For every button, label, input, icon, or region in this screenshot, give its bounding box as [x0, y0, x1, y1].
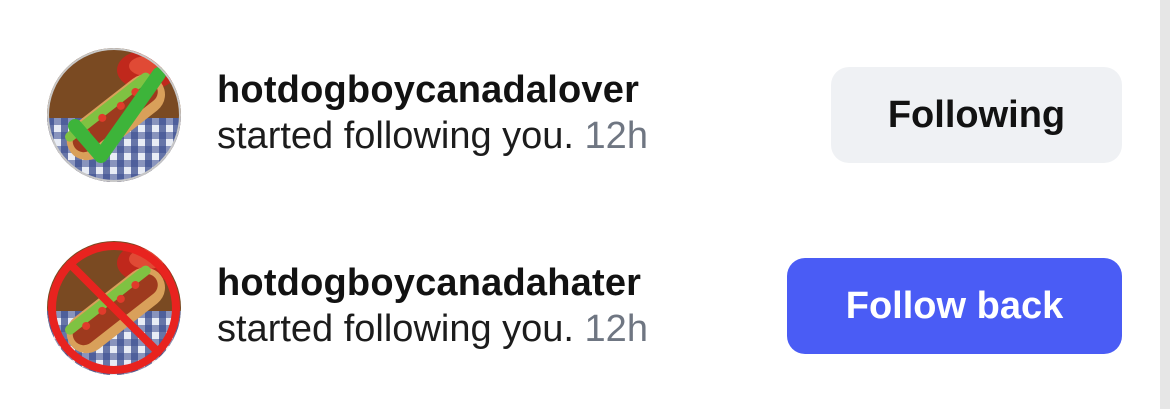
timestamp: 12h: [584, 308, 648, 350]
avatar[interactable]: [47, 241, 181, 375]
notification-row: hotdogboycanadahater started following y…: [0, 238, 1150, 378]
hotdog-avatar-image: [47, 48, 181, 182]
avatar[interactable]: [47, 48, 181, 182]
timestamp: 12h: [584, 115, 648, 157]
notification-text: hotdogboycanadalover started following y…: [217, 67, 648, 159]
follow-back-button[interactable]: Follow back: [787, 258, 1122, 354]
activity-text: started following you.: [217, 115, 574, 157]
notification-row: hotdogboycanadalover started following y…: [0, 45, 1150, 185]
scrollbar-edge: [1160, 0, 1170, 409]
activity-line: started following you. 12h: [217, 113, 648, 159]
activity-text: started following you.: [217, 308, 574, 350]
following-button[interactable]: Following: [831, 67, 1122, 163]
username[interactable]: hotdogboycanadahater: [217, 260, 648, 306]
notification-feed: hotdogboycanadalover started following y…: [0, 0, 1170, 409]
activity-line: started following you. 12h: [217, 306, 648, 352]
notification-text: hotdogboycanadahater started following y…: [217, 260, 648, 352]
username[interactable]: hotdogboycanadalover: [217, 67, 648, 113]
hotdog-avatar-image: [47, 241, 181, 375]
